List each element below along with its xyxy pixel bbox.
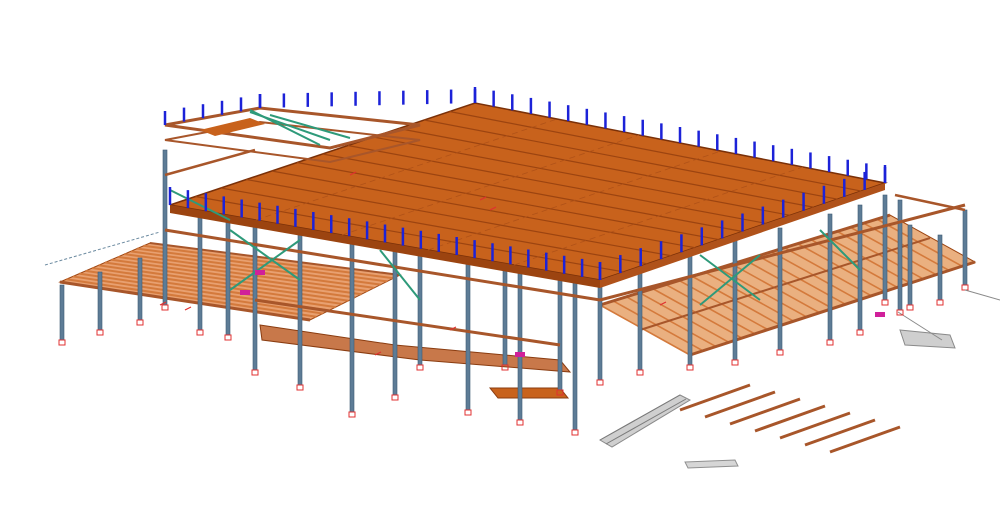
model-viewport[interactable] [0,0,1000,528]
red-base-plate-icon [636,369,644,376]
steel-column [417,249,423,366]
steel-column [97,271,103,331]
steel-column [777,227,783,351]
red-base-plate-icon [961,284,969,291]
steel-column [907,224,913,306]
red-base-plate-icon [296,384,304,391]
red-base-plate-icon [731,359,739,366]
magenta-connection [875,312,885,317]
red-base-plate-icon [58,339,66,346]
steel-column [59,284,65,341]
red-base-plate-icon [516,419,524,426]
red-base-plate-icon [391,394,399,401]
steel-column [349,237,355,413]
right-stair-assembly [897,311,956,349]
steel-column [897,199,903,311]
red-base-plate-icon [936,299,944,306]
red-base-plate-icon [161,304,169,311]
magenta-connection [240,290,250,295]
frame-beam [164,148,256,177]
steel-column [137,257,143,321]
steel-column [937,234,943,301]
ground-beams-group [679,383,901,454]
magenta-connection [515,352,525,357]
red-base-plate-icon [906,304,914,311]
steel-column [827,213,833,341]
red-base-plate-icon [464,409,472,416]
steel-column [517,267,523,421]
red-base-plate-icon [416,364,424,371]
red-base-plate-icon [596,379,604,386]
red-base-plate-icon [776,349,784,356]
isolated-slab [684,459,739,469]
red-base-plate-icon [136,319,144,326]
red-base-plate-icon [686,364,694,371]
front-floor-strip [259,324,572,373]
steel-column [882,194,888,301]
edge-line [964,289,1000,301]
steel-column [502,264,508,366]
steel-column [687,254,693,366]
ground-platform [488,387,570,399]
steel-structure-3d-model[interactable] [0,0,1000,528]
steel-column [962,209,968,286]
frame-beam [894,193,966,212]
red-base-plate-icon [348,411,356,418]
red-base-plate-icon [96,329,104,336]
red-base-plate-icon [826,339,834,346]
red-base-plate-icon [224,334,232,341]
red-base-plate-icon [881,299,889,306]
red-base-plate-icon [251,369,259,376]
steel-column [197,209,203,331]
red-base-plate-icon [196,329,204,336]
lower-stair-assembly [598,394,692,448]
red-base-plate-icon [571,429,579,436]
steel-column [162,149,168,306]
red-base-plate-icon [856,329,864,336]
steel-column [465,259,471,411]
steel-column [732,239,738,361]
steel-column [637,269,643,371]
magenta-connection [255,270,265,275]
steel-column [572,279,578,431]
steel-column [225,214,231,336]
red-marker [184,306,192,311]
